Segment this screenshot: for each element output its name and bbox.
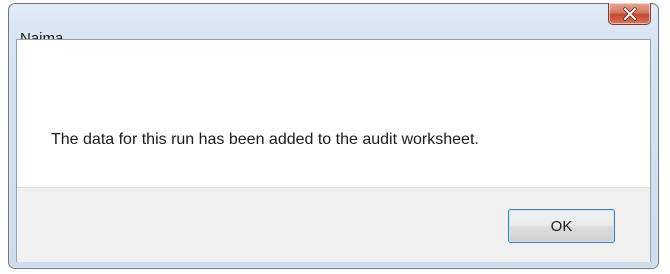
title-bar[interactable]: Naima xyxy=(9,3,658,46)
ok-button[interactable]: OK xyxy=(508,209,615,243)
message-area: The data for this run has been added to … xyxy=(17,40,650,187)
close-button[interactable] xyxy=(608,3,651,25)
dialog-message: The data for this run has been added to … xyxy=(51,131,479,148)
close-icon xyxy=(609,3,650,24)
dialog-body: The data for this run has been added to … xyxy=(16,39,651,262)
button-bar: OK xyxy=(17,187,650,262)
message-dialog: Naima The data for this run has been add… xyxy=(8,3,659,269)
